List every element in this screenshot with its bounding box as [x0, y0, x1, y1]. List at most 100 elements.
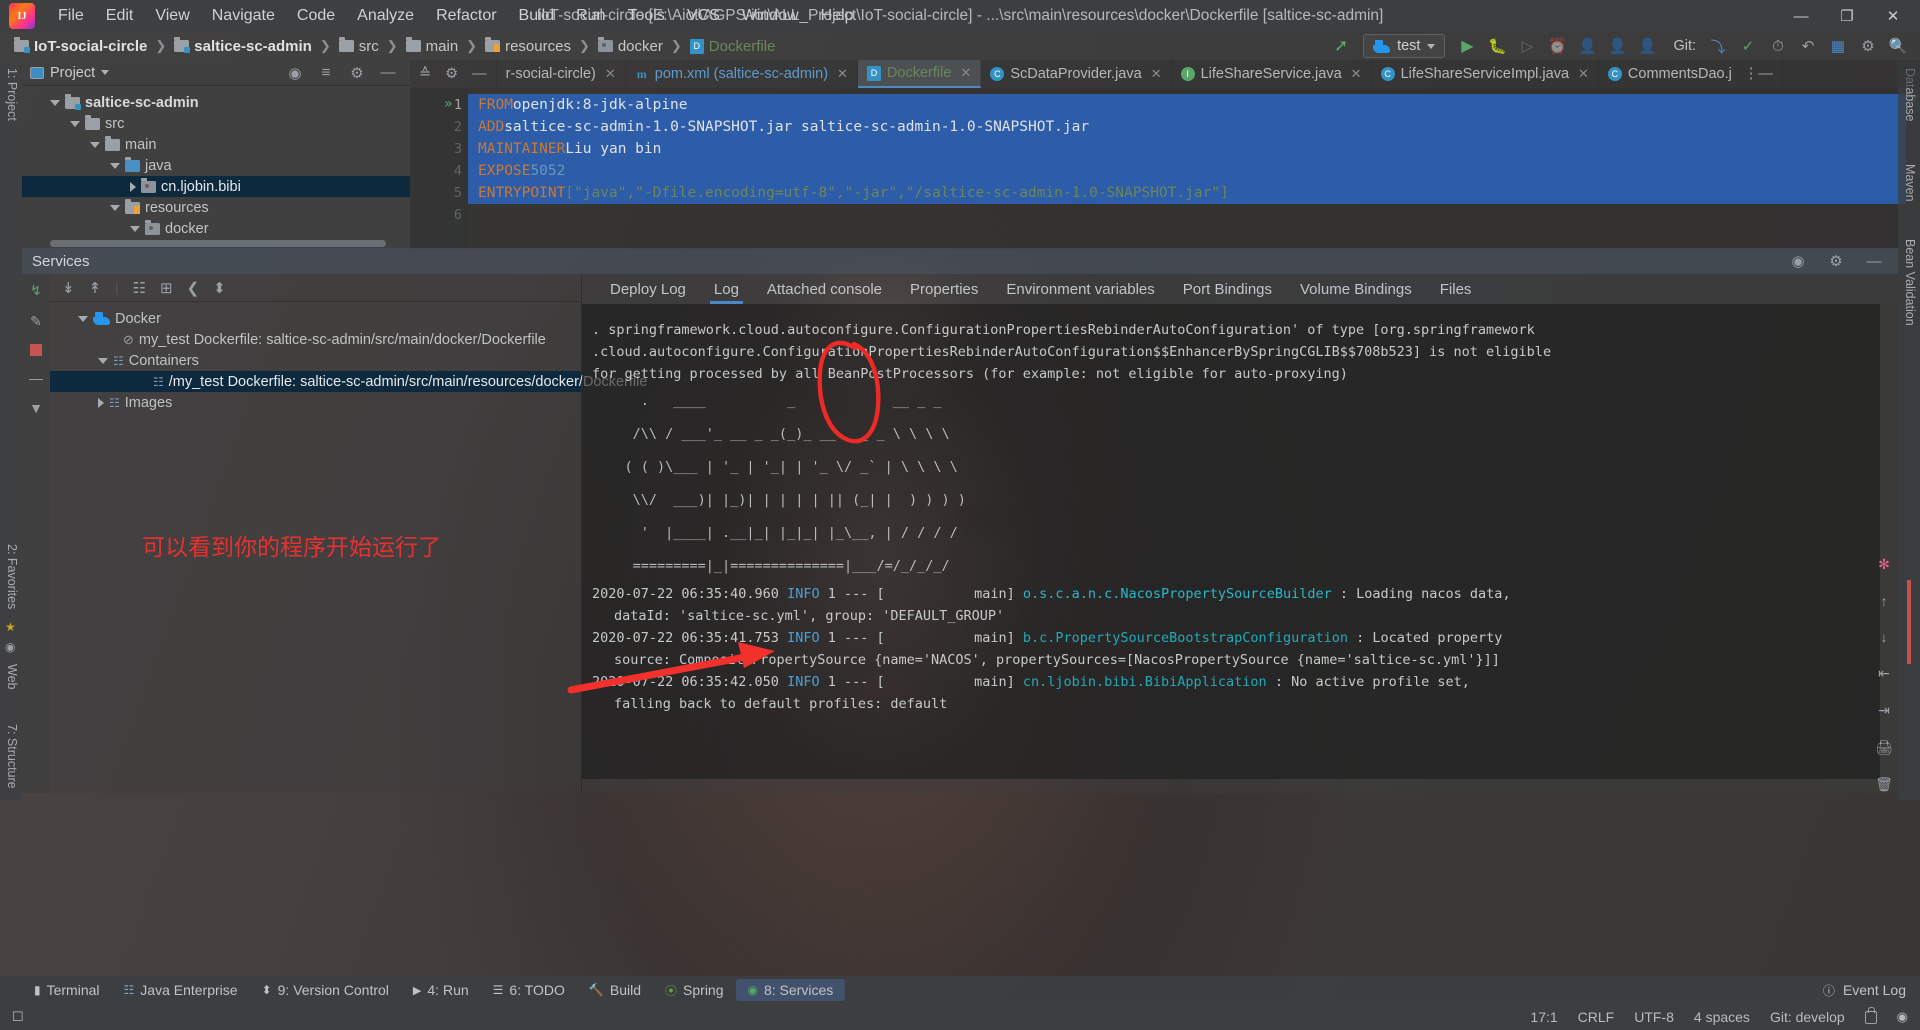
git-branch[interactable]: Git: develop — [1770, 1009, 1845, 1025]
collapse-icon[interactable]: ≙ — [419, 66, 431, 82]
sidebar-item-bean-validation[interactable]: Bean Validation — [1901, 235, 1919, 330]
add-icon[interactable]: ⊞ — [160, 279, 173, 297]
build-hammer-icon[interactable]: ➚ — [1327, 34, 1355, 58]
detach-icon[interactable]: 👤 — [1633, 34, 1661, 58]
toggle-toolbar-icon[interactable]: ☐ — [12, 1009, 24, 1025]
chevron-down-icon[interactable] — [78, 315, 88, 322]
tab-overflow-icon[interactable]: ⋮— — [1744, 66, 1773, 82]
tab-environment-variables[interactable]: Environment variables — [992, 274, 1168, 304]
tree-node-main[interactable]: main — [22, 134, 410, 155]
menu-tools[interactable]: Tools — [616, 3, 675, 29]
breadcrumb-docker[interactable]: docker — [592, 36, 669, 57]
editor-tab-lifeshareservice[interactable]: I LifeShareService.java ✕ — [1172, 60, 1372, 88]
soft-wrap-icon[interactable]: ⇤ — [1878, 665, 1890, 682]
chevron-right-icon[interactable] — [98, 397, 104, 408]
scroll-down-icon[interactable]: ↓ — [1881, 629, 1888, 645]
tab-volume-bindings[interactable]: Volume Bindings — [1286, 274, 1426, 304]
chevron-down-icon[interactable] — [50, 99, 60, 106]
tab-attached-console[interactable]: Attached console — [753, 274, 896, 304]
editor-gutter[interactable]: 1 2 3 4 5 6 » — [410, 88, 468, 250]
menu-code[interactable]: Code — [286, 3, 346, 29]
event-log-label[interactable]: Event Log — [1843, 982, 1906, 998]
services-node-my-test-dockerfile[interactable]: ⊘ my_test Dockerfile: saltice-sc-admin/s… — [50, 329, 581, 350]
rerun-icon[interactable]: ↯ — [30, 282, 42, 299]
run-gutter-icon[interactable]: » — [444, 96, 452, 112]
lock-icon[interactable] — [1864, 1006, 1877, 1024]
file-encoding[interactable]: UTF-8 — [1634, 1009, 1674, 1025]
expand-all-icon[interactable]: ↡ — [62, 279, 75, 297]
sidebar-item-project[interactable]: 1: Project — [3, 64, 21, 125]
tree-node-src[interactable]: src — [22, 113, 410, 134]
collapse-all-icon[interactable]: ↟ — [89, 279, 102, 297]
chevron-down-icon[interactable] — [90, 141, 100, 148]
settings-gear-icon[interactable]: ⚙ — [1854, 34, 1882, 58]
editor-tab-dockerfile[interactable]: Dockerfile ✕ — [857, 60, 982, 88]
tab-files[interactable]: Files — [1426, 274, 1486, 304]
run-configuration-selector[interactable]: test — [1363, 34, 1446, 58]
trash-icon[interactable]: 🗑 — [1875, 776, 1893, 793]
menu-window[interactable]: Window — [731, 3, 810, 29]
chevron-down-icon[interactable] — [101, 70, 110, 75]
chevron-down-icon[interactable] — [110, 204, 120, 211]
share-icon[interactable]: ❮ — [187, 279, 200, 297]
services-node-images[interactable]: ☷ Images — [50, 392, 581, 413]
editor-tab-commentsdao[interactable]: C CommentsDao.j ⋮— — [1599, 60, 1783, 88]
filter-icon[interactable]: ▼ — [29, 400, 43, 416]
bottom-item-spring[interactable]: ⦿ Spring — [653, 979, 735, 1002]
print-icon[interactable]: 🖨 — [1875, 739, 1893, 756]
menu-file[interactable]: File — [47, 3, 95, 29]
bug-icon[interactable]: ✻ — [1878, 556, 1890, 573]
sidebar-item-structure[interactable]: 7: Structure — [3, 720, 21, 793]
layout-icon[interactable]: ▦ — [1824, 34, 1852, 58]
project-horizontal-scrollbar[interactable] — [50, 240, 386, 247]
editor-tab-lifeshareserviceimpl[interactable]: C LifeShareServiceImpl.java ✕ — [1372, 60, 1599, 88]
bottom-item-java-enterprise[interactable]: ☷ Java Enterprise — [112, 979, 250, 1001]
tab-deploy-log[interactable]: Deploy Log — [596, 274, 700, 304]
close-icon[interactable]: ✕ — [1578, 66, 1589, 82]
chevron-right-icon[interactable] — [130, 181, 136, 192]
settings-gear-icon[interactable]: ⚙ — [1822, 249, 1850, 273]
close-icon[interactable]: ✕ — [960, 65, 971, 81]
services-node-running-container[interactable]: ☷ /my_test Dockerfile: saltice-sc-admin/… — [50, 371, 647, 392]
minimize-button[interactable]: — — [1778, 0, 1824, 32]
editor-tab-pom-xml[interactable]: m pom.xml (saltice-sc-admin) ✕ — [626, 60, 858, 88]
menu-edit[interactable]: Edit — [95, 3, 145, 29]
services-node-docker[interactable]: Docker — [50, 308, 581, 329]
bottom-item-run[interactable]: ▶ 4: Run — [401, 979, 481, 1001]
attach-icon[interactable]: 👤 — [1573, 34, 1601, 58]
menu-navigate[interactable]: Navigate — [201, 3, 286, 29]
line-separator[interactable]: CRLF — [1578, 1009, 1615, 1025]
breadcrumb-src[interactable]: src — [333, 36, 385, 57]
breadcrumb-dockerfile[interactable]: Dockerfile — [684, 36, 782, 57]
tree-node-cn-ljobin-bibi[interactable]: cn.ljobin.bibi — [22, 176, 410, 197]
bottom-item-todo[interactable]: ☰ 6: TODO — [481, 979, 577, 1001]
breadcrumb-main[interactable]: main — [400, 36, 465, 57]
editor-tab-scdataprovider[interactable]: C ScDataProvider.java ✕ — [981, 60, 1172, 88]
tab-properties[interactable]: Properties — [896, 274, 992, 304]
close-icon[interactable]: ✕ — [1151, 66, 1162, 82]
menu-help[interactable]: Help — [810, 3, 865, 29]
bottom-item-services[interactable]: ◉ 8: Services — [735, 979, 846, 1001]
scroll-up-icon[interactable]: ↑ — [1881, 593, 1888, 609]
hide-icon[interactable]: — — [1860, 249, 1888, 273]
tree-node-docker[interactable]: docker — [22, 218, 410, 239]
tree-node-saltice-sc-admin[interactable]: saltice-sc-admin — [22, 92, 410, 113]
settings-gear-icon[interactable]: ⚙ — [445, 66, 458, 82]
edit-icon[interactable]: ✎ — [30, 313, 42, 330]
close-icon[interactable]: ✕ — [605, 66, 616, 82]
menu-refactor[interactable]: Refactor — [425, 3, 507, 29]
update-project-icon[interactable]: ⤵ — [1704, 34, 1732, 58]
editor-text-area[interactable]: FROM openjdk:8-jdk-alpine ADD saltice-sc… — [468, 88, 1906, 250]
indent-setting[interactable]: 4 spaces — [1694, 1009, 1750, 1025]
run-with-coverage-icon[interactable]: ▷ — [1513, 34, 1541, 58]
settings-gear-icon[interactable]: ⚙ — [343, 61, 371, 85]
menu-run[interactable]: Run — [565, 3, 616, 29]
search-icon[interactable]: 🔍 — [1884, 34, 1912, 58]
tab-log[interactable]: Log — [700, 274, 753, 304]
chevron-down-icon[interactable] — [110, 162, 120, 169]
run-button[interactable]: ▶ — [1453, 34, 1481, 58]
commit-check-icon[interactable]: ✓ — [1734, 34, 1762, 58]
chevron-down-icon[interactable] — [98, 357, 108, 364]
group-icon[interactable]: ☷ — [133, 279, 146, 297]
tree-node-java[interactable]: java — [22, 155, 410, 176]
